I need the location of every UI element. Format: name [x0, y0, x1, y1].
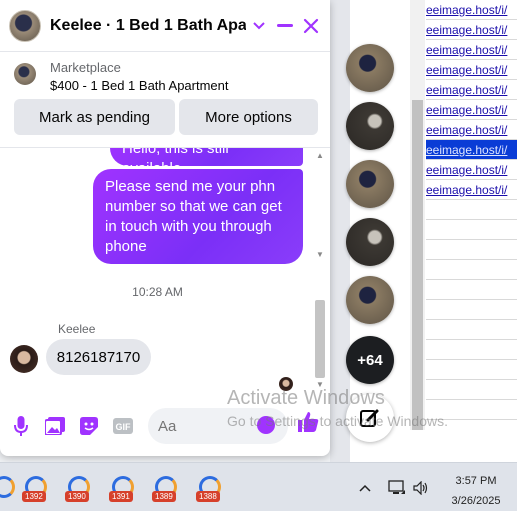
- grid-row: [426, 360, 517, 380]
- chat-head-avatar[interactable]: [346, 44, 394, 92]
- link-item[interactable]: eeimage.host/i/: [426, 120, 517, 140]
- outgoing-message: Hello, this is still available: [110, 148, 303, 177]
- marketplace-panel: Marketplace $400 - 1 Bed 1 Bath Apartmen…: [0, 52, 330, 148]
- sticker-icon[interactable]: [74, 411, 104, 441]
- mark-as-pending-button[interactable]: Mark as pending: [14, 99, 175, 135]
- notification-badge: 1390: [65, 491, 89, 502]
- chevron-down-icon[interactable]: [246, 13, 272, 39]
- grid-row: [426, 300, 517, 320]
- link-item[interactable]: eeimage.host/i/: [426, 100, 517, 120]
- incoming-message: 8126187170: [46, 339, 151, 375]
- link-item[interactable]: eeimage.host/i/: [426, 60, 517, 80]
- page-scrollbar-thumb[interactable]: [412, 100, 423, 430]
- outgoing-message: Please send me your phn number so that w…: [93, 169, 303, 264]
- taskbar-app[interactable]: 1392: [22, 473, 52, 503]
- marketplace-label: Marketplace: [50, 60, 121, 75]
- listing-title[interactable]: $400 - 1 Bed 1 Bath Apartment: [50, 78, 229, 93]
- link-item[interactable]: eeimage.host/i/: [426, 160, 517, 180]
- listing-thumbnail[interactable]: [14, 63, 36, 85]
- notification-badge: 1388: [196, 491, 220, 502]
- chat-head-avatar[interactable]: [346, 160, 394, 208]
- system-clock[interactable]: 3:57 PM 3/26/2025: [440, 474, 512, 509]
- gif-icon[interactable]: GIF: [108, 411, 138, 441]
- taskbar-app[interactable]: 1391: [109, 473, 139, 503]
- chat-head-avatar[interactable]: [346, 102, 394, 150]
- taskbar-app[interactable]: 1389: [152, 473, 182, 503]
- svg-text:GIF: GIF: [116, 422, 132, 432]
- notification-badge: 1391: [109, 491, 133, 502]
- notification-badge: 1389: [152, 491, 176, 502]
- sender-name: Keelee: [58, 322, 96, 336]
- chat-title[interactable]: Keelee · 1 Bed 1 Bath Apart…: [50, 17, 246, 35]
- activate-windows-hint: Go to Settings to activate Windows.: [227, 413, 448, 429]
- scroll-up-arrow-icon[interactable]: ▲: [316, 151, 324, 160]
- listing-avatar[interactable]: [9, 9, 41, 42]
- chat-header: Keelee · 1 Bed 1 Bath Apart…: [0, 0, 330, 52]
- grid-row: [426, 320, 517, 340]
- photo-icon[interactable]: [40, 411, 70, 441]
- scroll-down-arrow-icon[interactable]: ▼: [316, 250, 324, 259]
- app-icon: [0, 476, 15, 498]
- sender-avatar[interactable]: [10, 345, 38, 373]
- minimize-icon[interactable]: [272, 13, 298, 39]
- chat-head-avatar[interactable]: [346, 218, 394, 266]
- taskbar-app[interactable]: [0, 473, 20, 503]
- grid-row: [426, 200, 517, 220]
- grid-row: [426, 380, 517, 400]
- grid-row: [426, 220, 517, 240]
- close-icon[interactable]: [298, 13, 324, 39]
- show-hidden-icons-chevron-icon[interactable]: [356, 463, 374, 511]
- taskbar: 1392 1390 1391 1389 1388 3:57 PM 3/26/20…: [0, 462, 517, 511]
- link-item[interactable]: eeimage.host/i/: [426, 0, 517, 20]
- grid-row: [426, 240, 517, 260]
- link-item[interactable]: eeimage.host/i/: [426, 80, 517, 100]
- activate-windows-watermark: Activate Windows: [227, 387, 385, 409]
- message-timestamp: 10:28 AM: [132, 285, 183, 299]
- link-item[interactable]: eeimage.host/i/: [426, 20, 517, 40]
- grid-row: [426, 260, 517, 280]
- link-item-selected[interactable]: eeimage.host/i/: [426, 140, 517, 160]
- volume-icon[interactable]: [411, 463, 431, 511]
- taskbar-app[interactable]: 1390: [65, 473, 95, 503]
- grid-row: [426, 340, 517, 360]
- clock-time: 3:57 PM: [455, 475, 497, 487]
- link-item[interactable]: eeimage.host/i/: [426, 40, 517, 60]
- grid-row: [426, 280, 517, 300]
- link-list: eeimage.host/i/ eeimage.host/i/ eeimage.…: [426, 0, 517, 420]
- more-chats-button[interactable]: +64: [346, 336, 394, 384]
- more-options-button[interactable]: More options: [179, 99, 318, 135]
- chat-head-avatar[interactable]: [346, 276, 394, 324]
- microphone-icon[interactable]: [6, 411, 36, 441]
- clock-date: 3/26/2025: [451, 495, 501, 507]
- taskbar-app[interactable]: 1388: [196, 473, 226, 503]
- message-scrollbar-thumb[interactable]: [315, 300, 325, 378]
- message-list: Hello, this is still available Please se…: [0, 148, 330, 396]
- network-icon[interactable]: [386, 463, 408, 511]
- notification-badge: 1392: [22, 491, 46, 502]
- link-item[interactable]: eeimage.host/i/: [426, 180, 517, 200]
